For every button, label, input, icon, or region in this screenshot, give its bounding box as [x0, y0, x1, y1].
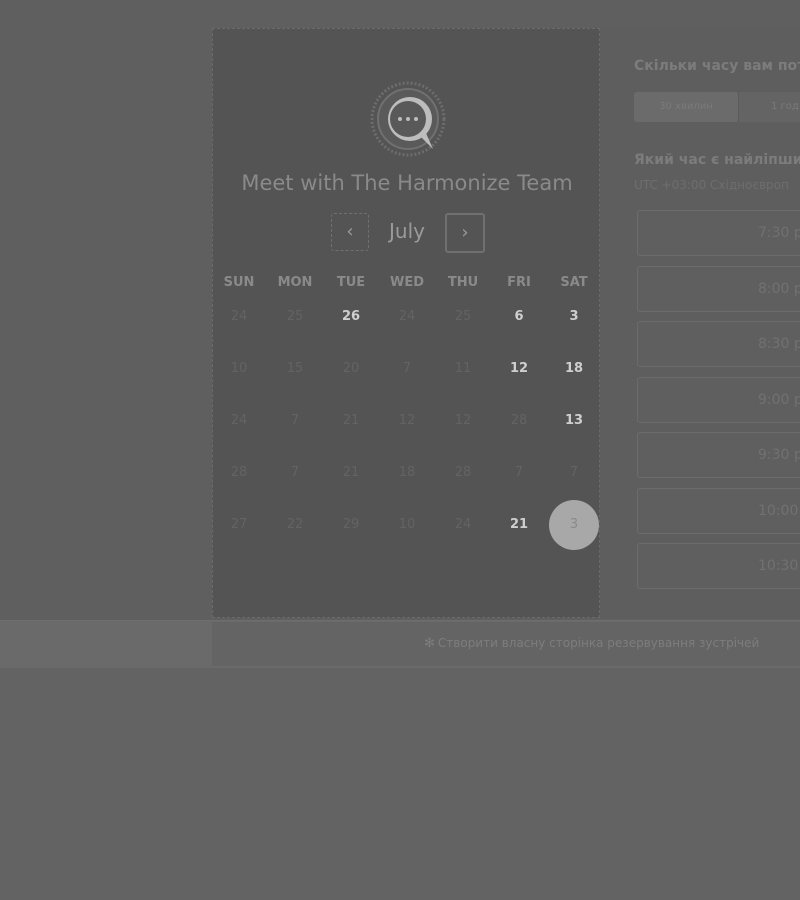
chat-bubble-logo-icon [370, 81, 446, 157]
calendar-day: 24 [230, 413, 248, 428]
calendar-day: 10 [230, 361, 248, 376]
weekday-header: WED [389, 275, 424, 290]
calendar-day: 28 [230, 465, 248, 480]
footer: ✻ Створити власну сторінка резервування з… [212, 622, 800, 666]
time-slot-button[interactable]: 9:30 p [637, 432, 800, 478]
footer-link-text: Створити власну сторінка резервування зу… [437, 636, 760, 650]
time-slot-label: 9:30 p [758, 447, 800, 463]
calendar-day[interactable]: 12 [493, 354, 545, 384]
calendar-day: 29 [342, 517, 360, 532]
calendar-day: 7 [402, 361, 412, 376]
meeting-title: Meet with The Harmonize Team [241, 171, 573, 195]
weekday-header: SUN [223, 275, 255, 290]
weekday-header: TUE [336, 275, 366, 290]
time-slot-label: 8:00 p [758, 280, 800, 297]
time-slot-button[interactable]: 10:30 [637, 543, 800, 589]
calendar-day: 12 [454, 413, 472, 428]
time-slot-label: 10:30 [758, 558, 799, 574]
time-slot-button[interactable]: 7:30 p [637, 210, 800, 256]
calendar-day: 7 [514, 465, 524, 480]
calendar-day: 24 [230, 309, 248, 324]
time-slot-label: 7:30 p [758, 225, 800, 241]
page-background [0, 668, 800, 900]
prev-month-button[interactable]: ‹ [331, 213, 369, 251]
calendar-day[interactable]: 21 [493, 510, 545, 540]
calendar-day: 24 [454, 517, 472, 532]
calendar-day[interactable]: 26 [325, 302, 377, 332]
duration-option-60[interactable]: 1 год [738, 92, 800, 122]
calendar-day[interactable]: 18 [548, 354, 600, 384]
calendar-day[interactable]: 6 [493, 302, 545, 332]
next-month-button[interactable]: › [445, 213, 485, 253]
duration-question: Скільки часу вам пот [634, 58, 800, 74]
weekday-header: THU [447, 275, 479, 290]
month-label: July [389, 219, 425, 243]
weekday-header: SAT [560, 275, 588, 290]
duration-option-30[interactable]: 30 хвилин [634, 92, 738, 122]
time-slot-button[interactable]: 10:00 [637, 487, 800, 534]
calendar-day: 25 [286, 309, 304, 324]
calendar-day: 21 [342, 413, 360, 428]
calendar-day: 20 [342, 361, 360, 376]
sprocket-icon: ✻ [424, 636, 435, 651]
time-slot-button[interactable]: 8:00 p [637, 265, 800, 312]
calendar-day: 11 [454, 361, 472, 376]
time-question: Який час є найліпшим [634, 152, 800, 168]
calendar-day: 7 [569, 465, 579, 480]
time-slot-label: 8:30 p [758, 336, 800, 352]
calendar-day[interactable]: 13 [548, 406, 600, 436]
calendar-day: 25 [454, 309, 472, 324]
time-slot-button[interactable]: 8:30 p [637, 321, 800, 367]
calendar-day: 7 [290, 465, 300, 480]
calendar-day: 27 [230, 517, 248, 532]
calendar-day[interactable]: 3 [548, 302, 600, 332]
calendar-day: 15 [286, 361, 304, 376]
calendar-day-selected[interactable]: 3 [549, 500, 599, 550]
weekday-header: FRI [507, 275, 531, 290]
calendar-day: 24 [398, 309, 416, 324]
calendar-day: 10 [398, 517, 416, 532]
duration-selector: 30 хвилин 1 год [634, 92, 800, 122]
calendar-day: 18 [398, 465, 416, 480]
calendar-day: 12 [398, 413, 416, 428]
weekday-header: MON [277, 275, 313, 290]
time-slot-label: 9:00 p [758, 391, 800, 408]
time-slot-button[interactable]: 9:00 p [637, 376, 800, 423]
booking-panel: Скільки часу вам пот 30 хвилин 1 год Яки… [600, 28, 800, 618]
calendar-day: 21 [342, 465, 360, 480]
calendar-day: 28 [510, 413, 528, 428]
calendar-day: 28 [454, 465, 472, 480]
calendar-day: 22 [286, 517, 304, 532]
calendar-day: 7 [290, 413, 300, 428]
create-booking-page-link[interactable]: ✻ Створити власну сторінка резервування з… [424, 636, 759, 651]
month-navigation: ‹ July › [331, 213, 491, 253]
time-slot-label: 10:00 [758, 502, 799, 519]
timezone-label[interactable]: UTC +03:00 Східноєвроп [634, 178, 789, 192]
calendar-panel: Meet with The Harmonize Team ‹ July › SU… [212, 28, 600, 618]
